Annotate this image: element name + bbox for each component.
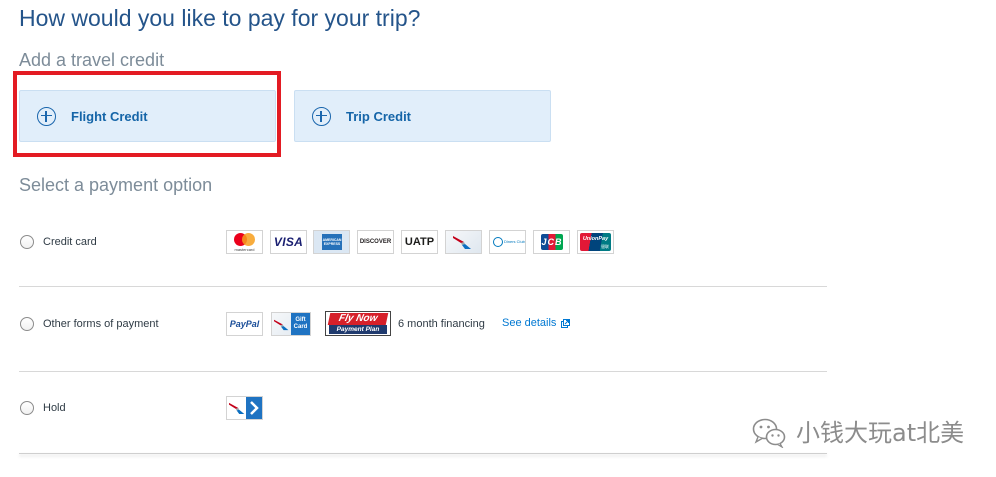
payment-option-heading: Select a payment option [19,175,213,195]
payment-option-hold: Hold [0,396,830,420]
see-details-link[interactable]: See details [502,316,570,330]
amex-wordmark: AMERICAN EXPRESS [322,234,342,250]
visa-logo: VISA [270,230,307,254]
unionpay-logo: UnionPay 银联 [577,230,614,254]
fly-now-wordmark: Fly Now [327,313,389,325]
diners-club-logo: Diners Club [489,230,526,254]
watermark-text: 小钱大玩at北美 [796,419,965,447]
amex-logo: AMERICAN EXPRESS [313,230,350,254]
aa-flight-symbol-icon [453,234,473,250]
row-divider [19,286,827,287]
unionpay-cn-wordmark: 银联 [601,244,609,249]
mastercard-logo: mastercard [226,230,263,254]
travel-credit-heading: Add a travel credit [19,50,165,70]
plus-circle-icon [312,106,331,126]
other-payment-label[interactable]: Other forms of payment [43,317,159,331]
wechat-icon [752,418,786,448]
unionpay-wordmark: UnionPay [582,236,609,242]
hold-radio[interactable] [20,401,34,415]
payment-plan-wordmark: Payment Plan [329,325,387,334]
row-divider [19,371,827,372]
credit-card-radio[interactable] [20,235,34,249]
jcb-wordmark: JCB [541,234,563,250]
credit-card-label[interactable]: Credit card [43,235,97,249]
gift-card-wordmark: Gift Card [291,313,310,335]
aa-flight-symbol-icon [274,318,290,331]
mastercard-orange-circle [242,233,255,246]
paypal-logo: PayPal [226,312,263,336]
payment-option-other: Other forms of payment PayPal Gift Card … [0,311,830,336]
diners-wordmark: Diners Club [504,239,525,244]
unionpay-tile: UnionPay 银联 [580,233,611,251]
discover-logo: DISCOVER [357,230,394,254]
financing-text: 6 month financing [398,318,485,330]
payment-option-credit-card: Credit card mastercard VISA AMERICAN EXP… [0,230,830,254]
other-payment-radio[interactable] [20,317,34,331]
trip-credit-button[interactable]: Trip Credit [294,90,551,142]
aa-gift-card-logo: Gift Card [271,312,311,336]
visa-wordmark: VISA [273,235,304,249]
see-details-label: See details [502,317,557,329]
trip-credit-label: Trip Credit [346,108,412,124]
section-bottom-divider [19,453,827,454]
aa-card-logo [445,230,482,254]
hold-label[interactable]: Hold [43,401,66,415]
fly-now-payment-plan-logo: Fly Now Payment Plan [325,311,391,336]
mastercard-wordmark: mastercard [234,247,255,252]
uatp-wordmark: UATP [404,236,435,248]
discover-wordmark: DISCOVER [359,239,392,245]
diners-circle-icon [493,237,503,247]
paypal-wordmark: PayPal [229,319,260,329]
highlight-box [13,71,281,157]
jcb-logo: JCB [533,230,570,254]
aa-hold-logo [226,396,263,420]
external-link-icon [561,319,570,328]
page-title: How would you like to pay for your trip? [19,5,421,31]
uatp-logo: UATP [401,230,438,254]
aa-flight-symbol-icon [229,401,246,415]
chevron-right-icon [246,397,262,419]
